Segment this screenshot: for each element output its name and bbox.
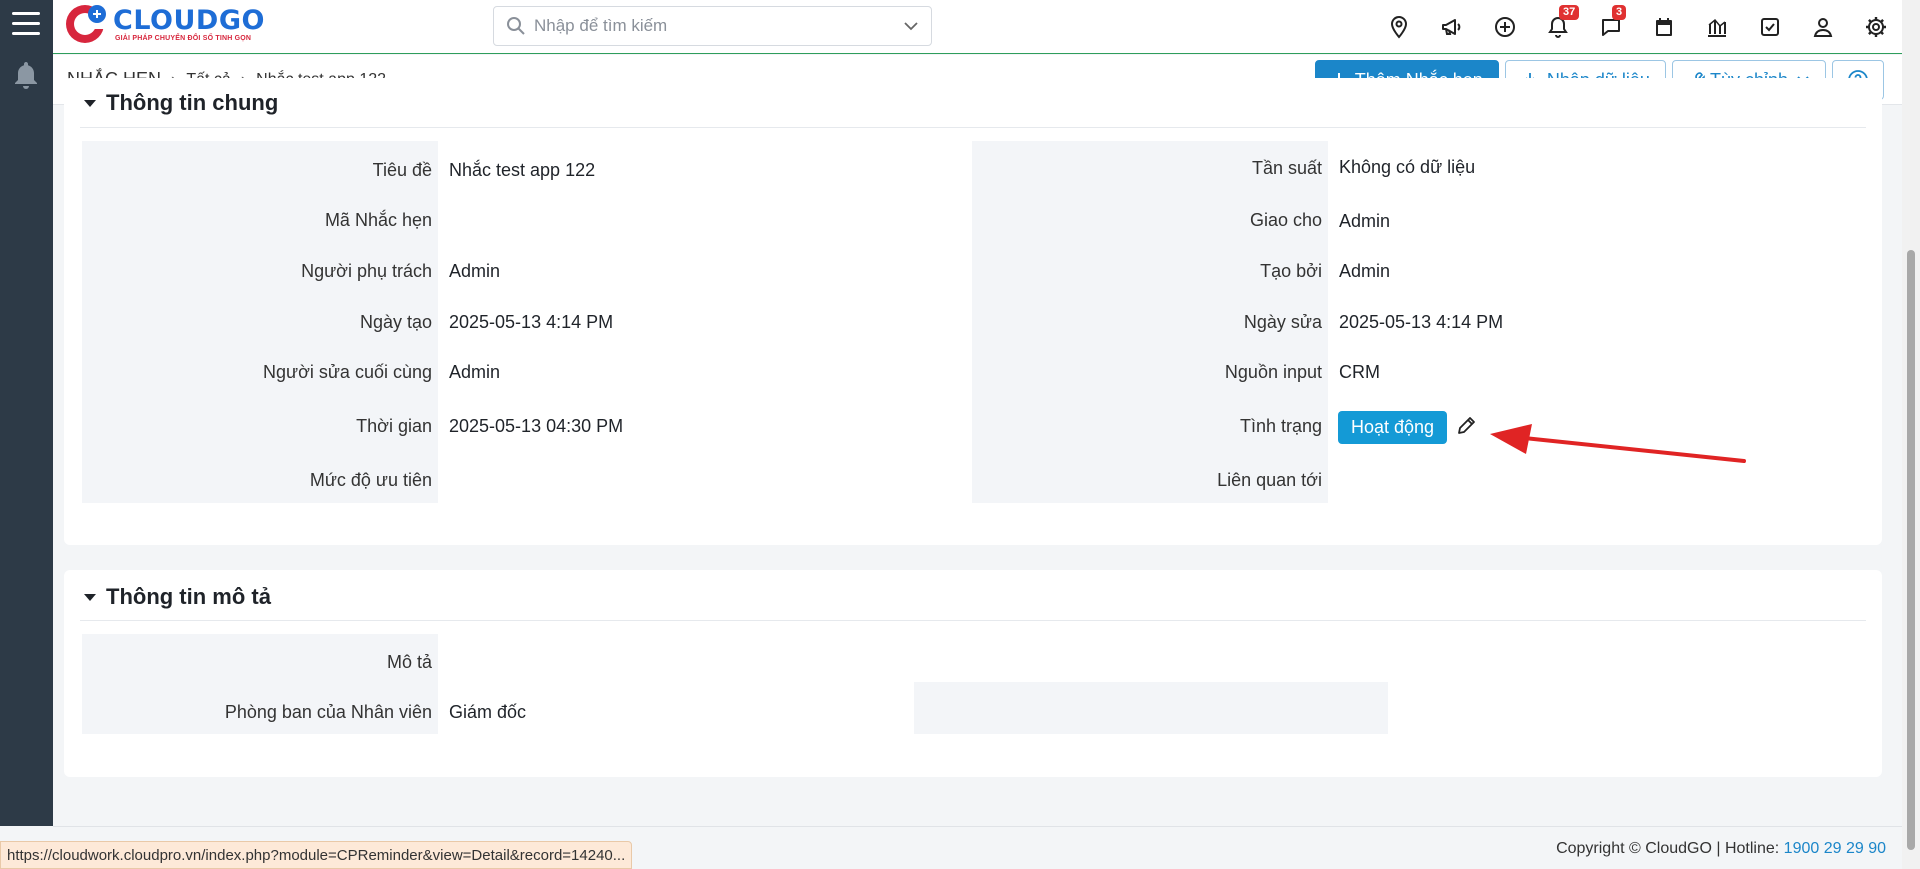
field-value-last-modified-by[interactable]: Admin xyxy=(449,362,500,383)
caret-down-icon xyxy=(84,593,96,601)
field-label-title: Tiêu đề xyxy=(372,160,432,180)
field-label-status: Tình trạng xyxy=(1239,416,1322,436)
copyright-text: Copyright © CloudGO | Hotline: 1900 29 2… xyxy=(1556,840,1886,857)
field-label-related-to: Liên quan tới xyxy=(1217,470,1322,490)
chevron-down-icon[interactable] xyxy=(903,19,919,33)
top-header: CLOUDGO GIẢI PHÁP CHUYỂN ĐỔI SỐ TINH GỌN… xyxy=(53,0,1902,54)
cloudgo-logo-mark-icon xyxy=(66,5,106,43)
field-label-created-by: Tạo bởi xyxy=(1260,261,1322,281)
rail-bell-icon[interactable] xyxy=(13,60,39,90)
field-label-assigned-to: Giao cho xyxy=(1249,210,1322,230)
caret-down-icon xyxy=(84,99,96,107)
status-badge[interactable]: Hoạt động xyxy=(1338,411,1448,444)
hamburger-menu-icon[interactable] xyxy=(12,12,40,36)
field-value-created-by[interactable]: Admin xyxy=(1339,261,1390,282)
field-label-modified-date: Ngày sửa xyxy=(1243,312,1322,332)
annotation-arrow-icon xyxy=(1490,424,1746,463)
settings-gear-icon[interactable] xyxy=(1849,0,1902,54)
calendar-icon[interactable] xyxy=(1637,0,1690,54)
hotline-label: Hotline: xyxy=(1724,840,1780,857)
header-icon-bar: 37 3 xyxy=(1372,0,1902,54)
field-value-frequency[interactable]: Không có dữ liệu xyxy=(1339,157,1475,178)
edit-pencil-icon[interactable] xyxy=(1456,414,1478,436)
section-divider xyxy=(80,127,1866,128)
brand-tagline: GIẢI PHÁP CHUYỂN ĐỔI SỐ TINH GỌN xyxy=(115,34,252,42)
left-rail xyxy=(0,0,53,826)
empty-field-block xyxy=(914,682,1388,734)
field-label-description: Mô tả xyxy=(386,652,432,672)
hotline-number[interactable]: 1900 29 29 90 xyxy=(1784,840,1886,857)
field-label-priority: Mức độ ưu tiên xyxy=(309,470,432,490)
notification-count-badge: 37 xyxy=(1559,5,1580,20)
field-value-time[interactable]: 2025-05-13 04:30 PM xyxy=(449,416,623,437)
field-value-assigned-to[interactable]: Admin xyxy=(1339,211,1390,232)
general-info-title: Thông tin chung xyxy=(106,90,279,115)
field-label-created-date: Ngày tạo xyxy=(359,312,432,332)
user-profile-icon[interactable] xyxy=(1796,0,1849,54)
field-label-time: Thời gian xyxy=(356,416,432,436)
notification-bell-icon[interactable]: 37 xyxy=(1531,0,1584,54)
description-header[interactable]: Thông tin mô tả xyxy=(84,584,271,610)
scrollbar-thumb[interactable] xyxy=(1907,250,1915,850)
field-label-last-modified-by: Người sửa cuối cùng xyxy=(263,362,432,382)
general-info-header[interactable]: Thông tin chung xyxy=(84,90,278,116)
task-check-icon[interactable] xyxy=(1743,0,1796,54)
field-value-department[interactable]: Giám đốc xyxy=(449,702,526,723)
add-circle-icon[interactable] xyxy=(1478,0,1531,54)
description-title: Thông tin mô tả xyxy=(106,584,271,609)
field-label-input-source: Nguồn input xyxy=(1224,362,1322,382)
section-divider xyxy=(80,620,1866,621)
field-label-frequency: Tần suất xyxy=(1251,158,1322,178)
vertical-scrollbar[interactable] xyxy=(1902,0,1920,869)
general-info-panel: Thông tin chung Tiêu đề Nhắc test app 12… xyxy=(64,78,1882,545)
analytics-chart-icon[interactable] xyxy=(1690,0,1743,54)
chat-count-badge: 3 xyxy=(1612,5,1627,20)
field-label-reminder-code: Mã Nhắc hẹn xyxy=(324,210,432,230)
brand-name: CLOUDGO xyxy=(113,4,265,36)
cloudgo-logo[interactable]: CLOUDGO GIẢI PHÁP CHUYỂN ĐỔI SỐ TINH GỌN xyxy=(63,1,265,47)
chat-icon[interactable]: 3 xyxy=(1584,0,1637,54)
megaphone-icon[interactable] xyxy=(1425,0,1478,54)
field-value-created-date[interactable]: 2025-05-13 4:14 PM xyxy=(449,312,613,333)
global-search[interactable] xyxy=(493,6,932,46)
search-icon xyxy=(507,17,525,35)
location-pin-icon[interactable] xyxy=(1372,0,1425,54)
copyright-label: Copyright © CloudGO xyxy=(1556,840,1712,857)
field-value-title[interactable]: Nhắc test app 122 xyxy=(449,160,595,181)
field-value-modified-date[interactable]: 2025-05-13 4:14 PM xyxy=(1339,312,1503,333)
field-label-department: Phòng ban của Nhân viên xyxy=(224,702,432,722)
description-panel: Thông tin mô tả Mô tả Phòng ban của Nhân… xyxy=(64,570,1882,777)
search-input[interactable] xyxy=(534,16,874,36)
browser-status-url: https://cloudwork.cloudpro.vn/index.php?… xyxy=(0,841,633,869)
field-value-owner[interactable]: Admin xyxy=(449,261,500,282)
field-value-input-source[interactable]: CRM xyxy=(1339,362,1380,383)
field-label-owner: Người phụ trách xyxy=(301,261,432,281)
